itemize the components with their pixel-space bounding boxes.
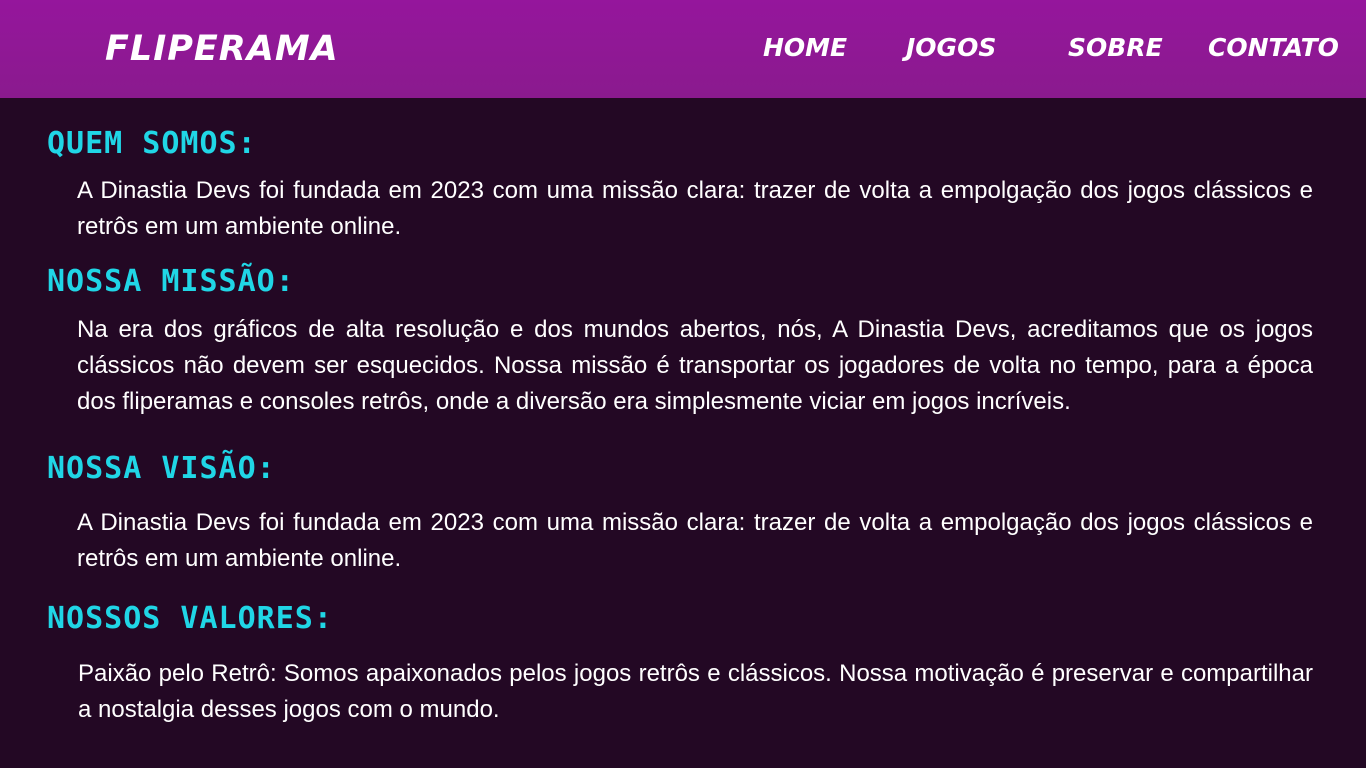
nav-sobre-link[interactable]: SOBRE <box>1068 32 1163 64</box>
section-text-quem-somos: A Dinastia Devs foi fundada em 2023 com … <box>77 177 1313 240</box>
top-navbar: FLIPERAMA HOME JOGOS SOBRE CONTATO <box>0 0 1366 98</box>
section-text-nossos-valores: Paixão pelo Retrô: Somos apaixonados pel… <box>78 660 1313 723</box>
section-title-nossos-valores: NOSSOS VALORES: <box>47 601 333 636</box>
site-logo[interactable]: FLIPERAMA <box>105 28 339 70</box>
section-title-quem-somos: QUEM SOMOS: <box>47 126 257 161</box>
section-title-nossa-visao: NOSSA VISÃO: <box>47 451 276 486</box>
nav-home-link[interactable]: HOME <box>763 32 847 64</box>
nav-jogos-link[interactable]: JOGOS <box>906 32 996 64</box>
section-text-nossa-missao: Na era dos gráficos de alta resolução e … <box>77 316 1313 415</box>
section-title-nossa-missao: NOSSA MISSÃO: <box>47 264 295 299</box>
section-text-nossa-visao: A Dinastia Devs foi fundada em 2023 com … <box>77 509 1313 572</box>
nav-contato-link[interactable]: CONTATO <box>1208 32 1339 64</box>
